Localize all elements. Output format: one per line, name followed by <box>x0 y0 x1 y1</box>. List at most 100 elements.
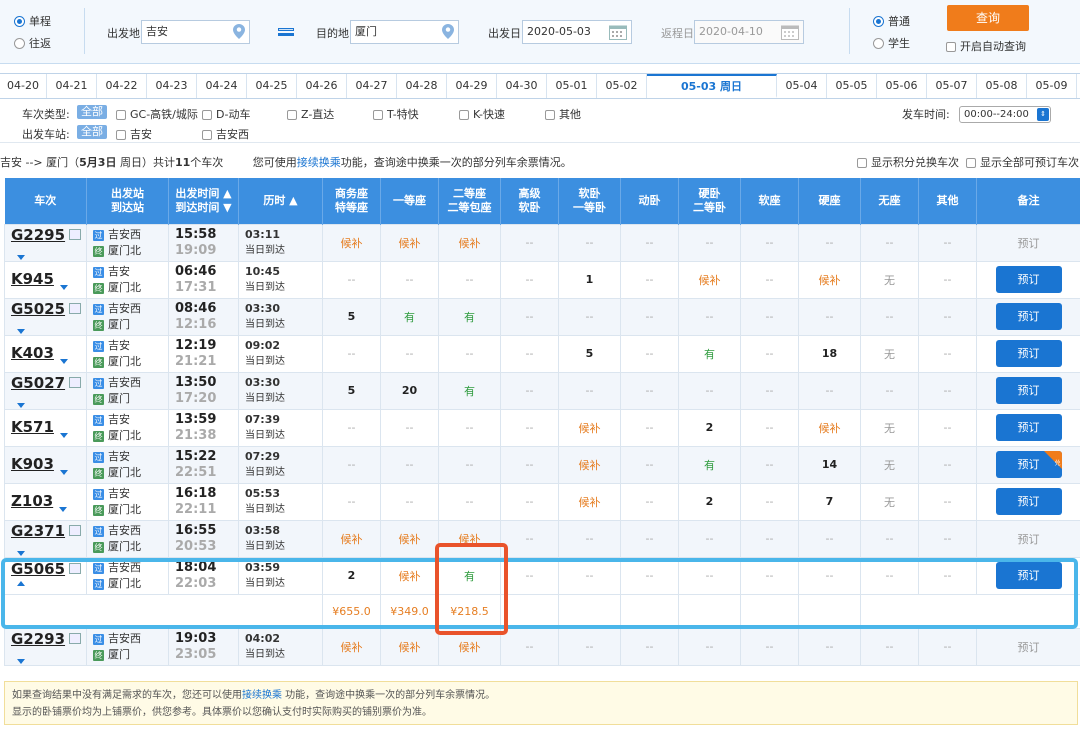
train-number-link[interactable]: K571 <box>11 418 54 436</box>
seat-cell[interactable]: 18 <box>798 334 861 373</box>
date-tab[interactable]: 04-23 <box>147 74 197 98</box>
from-input[interactable]: 吉安 <box>141 20 250 44</box>
seat-cell[interactable]: 有 <box>380 297 439 336</box>
book-button[interactable]: 预订 <box>995 377 1062 404</box>
show-points-checkbox[interactable]: 显示积分兑换车次 <box>857 154 959 172</box>
date-tab[interactable]: 05-07 <box>927 74 977 98</box>
date-tab[interactable]: 04-28 <box>397 74 447 98</box>
seat-cell[interactable]: 有 <box>438 556 501 595</box>
date-tab[interactable]: 04-20 <box>0 74 47 98</box>
expand-arrow-icon[interactable] <box>17 254 25 260</box>
seat-cell[interactable]: 候补 <box>380 627 439 666</box>
trip-roundtrip-radio[interactable]: 往返 <box>14 35 51 51</box>
train-number-link[interactable]: K945 <box>11 270 54 288</box>
trip-oneway-radio[interactable]: 单程 <box>14 13 51 29</box>
seat-cell[interactable]: 候补 <box>438 223 501 262</box>
seat-cell[interactable]: 候补 <box>678 260 741 299</box>
expand-arrow-icon[interactable] <box>59 506 68 512</box>
seat-cell[interactable]: 5 <box>322 297 381 336</box>
train-number-link[interactable]: G2371 <box>11 522 65 540</box>
date-tab[interactable]: 04-25 <box>247 74 297 98</box>
date-tab[interactable]: 05-02 <box>597 74 647 98</box>
seat-cell[interactable]: 候补 <box>558 445 621 484</box>
train-info-icon[interactable] <box>69 302 82 314</box>
date-tab[interactable]: 04-27 <box>347 74 397 98</box>
seat-cell[interactable]: 候补 <box>798 408 861 447</box>
book-button[interactable]: 预订 <box>995 488 1062 515</box>
seat-cell[interactable]: 候补 <box>322 627 381 666</box>
depart-time-select[interactable]: 00:00--24:00 ⇕ <box>959 106 1051 123</box>
seat-cell[interactable]: 有 <box>438 297 501 336</box>
transfer-link[interactable]: 接续换乘 <box>297 156 341 169</box>
seat-cell[interactable]: 14 <box>798 445 861 484</box>
expand-arrow-icon[interactable] <box>59 432 68 438</box>
date-tab[interactable]: 05-09 <box>1027 74 1077 98</box>
train-info-icon[interactable] <box>69 376 82 388</box>
train-type-all-tag[interactable]: 全部 <box>77 105 107 119</box>
seat-cell[interactable]: 1 <box>558 260 621 299</box>
date-tab[interactable]: 04-29 <box>447 74 497 98</box>
seat-cell[interactable]: 候补 <box>558 408 621 447</box>
book-button[interactable]: 预订 <box>995 414 1062 441</box>
date-tab[interactable]: 04-30 <box>497 74 547 98</box>
filter-type-k[interactable]: K-快速 <box>459 106 505 122</box>
expand-arrow-icon[interactable] <box>59 284 68 290</box>
filter-station-jianxi[interactable]: 吉安西 <box>202 126 249 142</box>
seat-cell[interactable]: 5 <box>558 334 621 373</box>
filter-type-d[interactable]: D-动车 <box>202 106 250 122</box>
book-button[interactable]: 预订 <box>995 303 1062 330</box>
expand-arrow-icon[interactable] <box>17 658 25 664</box>
date-tab[interactable]: 04-22 <box>97 74 147 98</box>
date-tab[interactable]: 05-06 <box>877 74 927 98</box>
seat-cell[interactable]: 7 <box>798 482 861 521</box>
train-number-link[interactable]: G2293 <box>11 630 65 648</box>
train-number-link[interactable]: K903 <box>11 455 54 473</box>
book-button[interactable]: 预订 <box>995 266 1062 293</box>
train-info-icon[interactable] <box>69 632 82 644</box>
seat-cell[interactable]: 2 <box>678 482 741 521</box>
seat-cell[interactable]: 候补 <box>798 260 861 299</box>
seat-cell[interactable]: 候补 <box>322 223 381 262</box>
book-button[interactable]: 预订 <box>995 340 1062 367</box>
date-tab[interactable]: 05-04 <box>777 74 827 98</box>
swap-icon[interactable] <box>278 26 294 38</box>
date-tab[interactable]: 04-21 <box>47 74 97 98</box>
filter-type-t[interactable]: T-特快 <box>373 106 419 122</box>
expand-arrow-icon[interactable] <box>17 402 25 408</box>
seat-cell[interactable]: 候补 <box>558 482 621 521</box>
seat-cell[interactable]: 有 <box>678 334 741 373</box>
collapse-arrow-icon[interactable] <box>17 581 25 586</box>
seat-cell[interactable]: 20 <box>380 371 439 410</box>
train-number-link[interactable]: K403 <box>11 344 54 362</box>
to-input[interactable]: 厦门 <box>350 20 459 44</box>
calendar-icon[interactable] <box>781 24 799 40</box>
filter-type-other[interactable]: 其他 <box>545 106 581 122</box>
seat-cell[interactable]: 2 <box>678 408 741 447</box>
train-number-link[interactable]: Z103 <box>11 492 53 510</box>
auto-query-checkbox[interactable]: 开启自动查询 <box>946 38 1026 54</box>
filter-type-gc[interactable]: GC-高铁/城际 <box>116 106 198 122</box>
seat-cell[interactable]: 候补 <box>380 519 439 558</box>
seat-cell[interactable]: 候补 <box>322 519 381 558</box>
date-tab[interactable]: 04-26 <box>297 74 347 98</box>
passenger-student-radio[interactable]: 学生 <box>873 35 910 51</box>
seat-cell[interactable]: 候补 <box>380 556 439 595</box>
seat-cell[interactable]: 有 <box>438 371 501 410</box>
date-tab[interactable]: 05-01 <box>547 74 597 98</box>
expand-arrow-icon[interactable] <box>17 328 25 334</box>
train-info-icon[interactable] <box>69 563 82 574</box>
col-times[interactable]: 出发时间 ▲ 到达时间 ▼ <box>168 178 239 224</box>
expand-arrow-icon[interactable] <box>59 358 68 364</box>
filter-type-z[interactable]: Z-直达 <box>287 106 334 122</box>
expand-arrow-icon[interactable] <box>17 550 25 556</box>
date-tab[interactable]: 05-05 <box>827 74 877 98</box>
book-button[interactable]: 预订兑 <box>995 451 1062 478</box>
footer-transfer-link[interactable]: 接续换乘 <box>242 690 282 701</box>
depart-date-input[interactable]: 2020-05-03 <box>522 20 632 44</box>
book-button[interactable]: 预订 <box>995 562 1062 589</box>
seat-cell[interactable]: 2 <box>322 556 381 595</box>
col-stations[interactable]: 出发站 到达站 <box>86 178 169 224</box>
train-number-link[interactable]: G5027 <box>11 374 65 392</box>
query-button[interactable]: 查询 <box>947 5 1029 31</box>
seat-cell[interactable]: 有 <box>678 445 741 484</box>
